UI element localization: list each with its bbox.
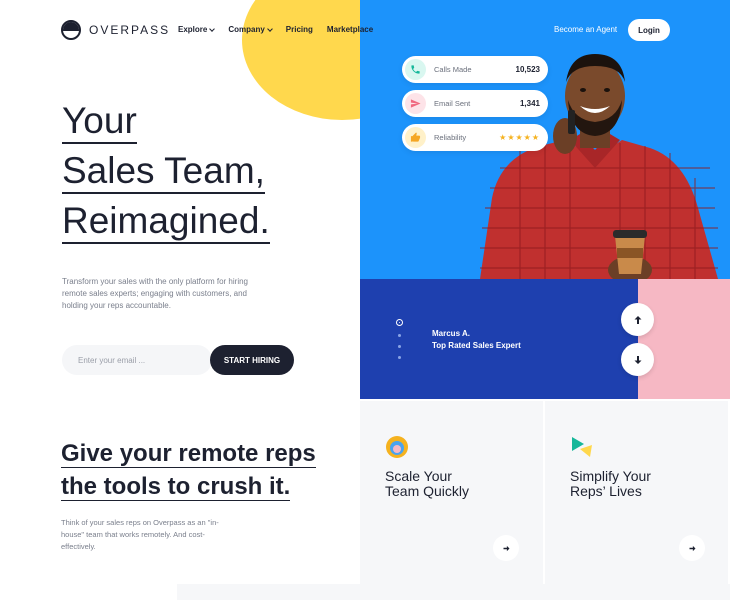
thumbs-up-icon <box>405 127 426 148</box>
hero-description: Transform your sales with the only platf… <box>62 277 248 310</box>
phone-icon <box>405 59 426 80</box>
logo-text: OVERPASS <box>89 23 171 37</box>
slide-dot[interactable] <box>398 356 401 359</box>
decorative-pink-block <box>638 279 730 399</box>
slide-dot[interactable] <box>398 345 401 348</box>
nav-item-pricing[interactable]: Pricing <box>286 25 313 34</box>
chevron-down-icon <box>209 25 216 32</box>
nav-item-label: Company <box>228 25 265 34</box>
stat-value: 1,341 <box>519 99 540 108</box>
arrow-down-icon <box>634 355 641 364</box>
chevron-down-icon <box>266 25 273 32</box>
nav-item-label: Marketplace <box>326 25 374 34</box>
stat-label: Reliability <box>434 133 467 142</box>
stat-label: Email Sent <box>434 99 471 108</box>
arrow-right-icon <box>689 545 695 551</box>
section-title: Give your remote reps the tools to crush… <box>61 437 316 503</box>
slide-dot[interactable] <box>398 334 401 337</box>
hero-title-line: Reimagined. <box>62 202 270 244</box>
slide-dot-active[interactable] <box>396 319 403 326</box>
slide-indicator <box>396 319 403 359</box>
login-button[interactable]: Login <box>628 19 670 41</box>
stat-label: Calls Made <box>434 65 472 74</box>
logo[interactable]: OVERPASS <box>61 20 170 40</box>
next-slide-button[interactable] <box>621 343 654 376</box>
feature-arrow-button[interactable] <box>493 535 519 561</box>
feature-card-scale[interactable]: Scale Your Team Quickly <box>360 401 543 584</box>
nav-item-label: Explore <box>178 25 208 34</box>
nav-item-explore[interactable]: Explore <box>178 25 216 34</box>
section-title-line: Give your remote reps <box>61 440 316 468</box>
paper-plane-icon <box>405 93 426 114</box>
logo-icon <box>61 20 81 40</box>
stat-card-calls: Calls Made 10,523 <box>402 56 548 83</box>
arrow-up-icon <box>634 315 641 324</box>
section-title-line: the tools to crush it. <box>61 473 291 501</box>
feature-title: Simplify Your Reps’ Lives <box>570 468 651 499</box>
testimonial-role: Top Rated Sales Expert <box>432 341 521 350</box>
hero-title-line: Your <box>62 102 137 144</box>
start-hiring-button[interactable]: START HIRING <box>210 345 294 375</box>
email-input[interactable] <box>62 345 212 375</box>
rating-stars: ★★★★★ <box>499 133 540 142</box>
nav-item-label: Pricing <box>285 25 313 34</box>
stat-value: 10,523 <box>515 65 540 74</box>
nav-item-company[interactable]: Company <box>228 25 273 34</box>
stat-card-reliability: Reliability ★★★★★ <box>402 124 548 151</box>
feature-arrow-button[interactable] <box>679 535 705 561</box>
triangles-icon <box>572 437 592 457</box>
next-section-edge <box>177 584 730 600</box>
feature-title: Scale Your Team Quickly <box>385 468 470 499</box>
arrow-right-icon <box>503 545 509 551</box>
main-nav: Explore Company Pricing Marketplace <box>178 25 373 34</box>
section-description: Think of your sales reps on Overpass as … <box>61 518 219 551</box>
circles-icon <box>386 436 408 458</box>
hero-title: Your Sales Team, Reimagined. <box>62 96 270 246</box>
stat-card-emails: Email Sent 1,341 <box>402 90 548 117</box>
hero-title-line: Sales Team, <box>62 152 265 194</box>
previous-slide-button[interactable] <box>621 303 654 336</box>
nav-item-marketplace[interactable]: Marketplace <box>327 25 373 34</box>
testimonial-name: Marcus A. <box>432 329 470 338</box>
feature-card-simplify[interactable]: Simplify Your Reps’ Lives <box>545 401 728 584</box>
become-agent-link[interactable]: Become an Agent <box>554 25 617 34</box>
